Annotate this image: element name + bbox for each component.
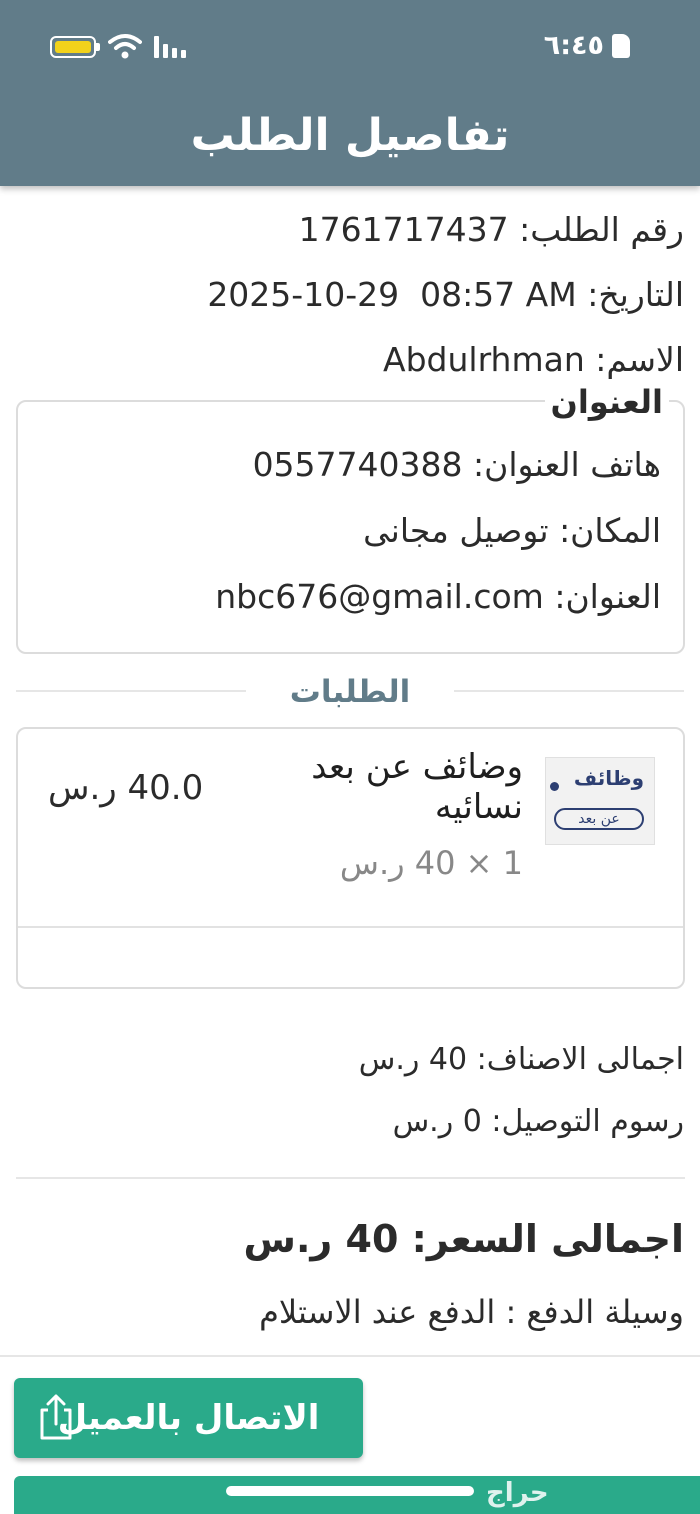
customer-name-value: Abdulrhman (383, 340, 585, 379)
contact-customer-button[interactable]: الاتصال بالعميل (14, 1378, 363, 1458)
address-email-label: العنوان: (554, 577, 661, 616)
summary-divider (16, 1177, 685, 1179)
sim-icon (612, 33, 630, 58)
order-card-divider (18, 926, 683, 928)
thumb-title: وظائف (573, 766, 644, 790)
customer-name-label: الاسم: (595, 340, 684, 379)
wifi-icon (108, 34, 142, 59)
status-bar: ٦:٤٥ (0, 28, 700, 68)
actions-divider (0, 1355, 700, 1357)
watermark-logo: حراج (486, 1478, 549, 1508)
order-number-row: رقم الطلب: 1761717437 (299, 209, 684, 251)
page-title: تفاصيل الطلب (190, 110, 510, 161)
delivery-fee: رسوم التوصيل: 0 ر.س (392, 1104, 684, 1139)
address-place-value: توصيل مجانى (363, 511, 549, 550)
order-number-value: 1761717437 (298, 210, 509, 249)
address-phone-label: هاتف العنوان: (473, 445, 661, 484)
items-total: اجمالى الاصناف: 40 ر.س (358, 1042, 684, 1077)
item-name: وضائف عن بعد نسائيه (311, 747, 523, 827)
address-email-value: nbc676@gmail.com (215, 577, 544, 616)
orders-section-title: الطلبات (289, 674, 411, 710)
signal-icon (154, 36, 190, 58)
status-time-group: ٦:٤٥ (544, 30, 630, 61)
item-quantity: 1 × 40 ر.س (339, 844, 523, 882)
thumb-dot-icon (550, 782, 559, 791)
address-email-row: العنوان: nbc676@gmail.com (215, 576, 661, 618)
share-icon (40, 1394, 72, 1440)
battery-icon (50, 36, 100, 58)
address-card: العنوان هاتف العنوان: 0557740388 المكان:… (16, 382, 685, 654)
section-divider-left (16, 690, 246, 692)
app-header: ٦:٤٥ تفاصيل الطلب (0, 0, 700, 186)
product-thumbnail[interactable]: وظائف عن بعد (545, 757, 655, 845)
order-date-row: التاريخ: 2025-10-29 08:57 AM (207, 274, 684, 316)
order-date-label: التاريخ: (587, 275, 684, 314)
address-place-label: المكان: (559, 511, 661, 550)
payment-method: وسيلة الدفع : الدفع عند الاستلام (259, 1293, 684, 1331)
contact-customer-label: الاتصال بالعميل (57, 1398, 320, 1438)
section-divider-right (454, 690, 684, 692)
address-legend: العنوان (544, 382, 669, 422)
thumb-subtitle: عن بعد (554, 808, 644, 830)
grand-total: اجمالى السعر: 40 ر.س (243, 1217, 684, 1261)
address-place-row: المكان: توصيل مجانى (363, 510, 661, 552)
order-items-card: وظائف عن بعد وضائف عن بعد نسائيه 1 × 40 … (16, 727, 685, 989)
order-number-label: رقم الطلب: (519, 210, 684, 249)
address-phone-row: هاتف العنوان: 0557740388 (253, 444, 661, 486)
status-time: ٦:٤٥ (543, 30, 604, 61)
home-indicator[interactable] (226, 1486, 474, 1496)
order-date-value: 2025-10-29 08:57 AM (207, 275, 577, 314)
customer-name-row: الاسم: Abdulrhman (383, 339, 684, 381)
address-phone-value[interactable]: 0557740388 (253, 445, 463, 484)
item-price: 40.0 ر.س (48, 768, 204, 808)
